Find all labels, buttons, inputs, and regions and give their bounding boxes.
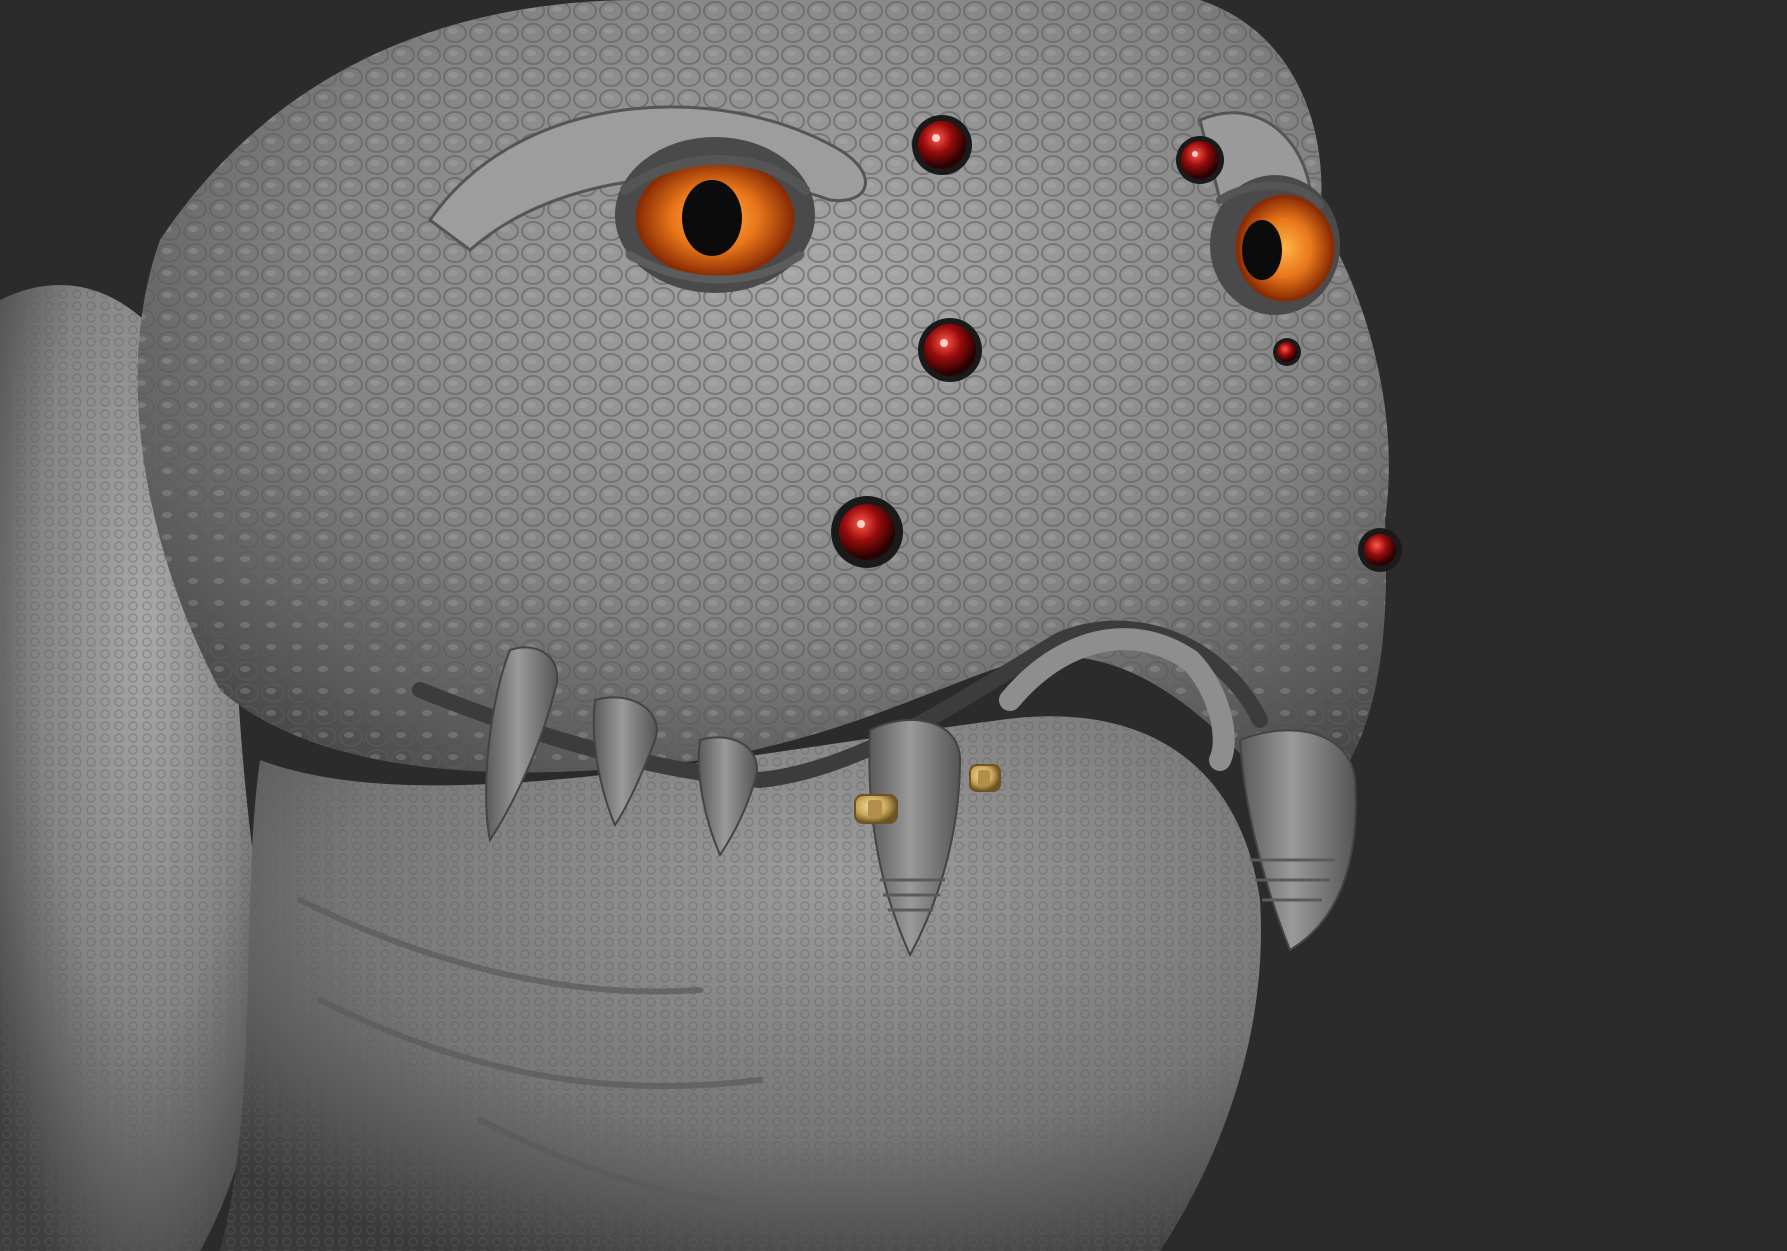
small-eye-1 [912, 115, 972, 175]
small-eye-5 [1273, 338, 1301, 366]
small-eye-4 [831, 496, 903, 568]
creature-render [0, 0, 1402, 1251]
small-eye-2 [1176, 136, 1224, 184]
piercing-right [969, 764, 1001, 792]
small-eye-6 [1358, 528, 1402, 572]
main-eye-right [1210, 175, 1340, 315]
small-eye-3 [918, 318, 982, 382]
piercing-left [854, 794, 898, 824]
sculpt-viewport [0, 0, 1787, 1251]
main-eye-left [615, 137, 815, 293]
